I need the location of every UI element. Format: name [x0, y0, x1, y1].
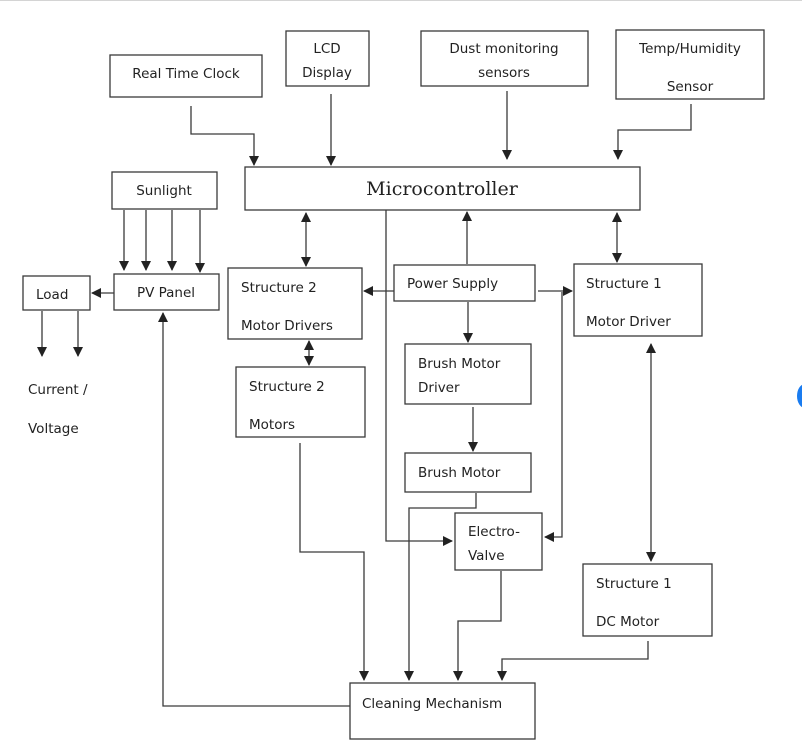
block-microcontroller: Microcontroller	[244, 166, 641, 211]
block-label: Motors	[249, 417, 295, 433]
wire-dc-motor-to-cleaning	[497, 641, 649, 681]
block-lcd-display: LCD Display	[285, 30, 370, 87]
block-structure1-dc-motor: Structure 1 DC Motor	[582, 563, 713, 637]
block-dust-sensors: Dust monitoring sensors	[420, 30, 589, 87]
block-label: Motor Drivers	[241, 318, 333, 334]
block-label: Power Supply	[407, 276, 498, 292]
wire-power-to-valve	[544, 292, 563, 542]
block-label: Sensor	[667, 79, 714, 95]
block-label: Brush Motor	[418, 356, 501, 372]
block-brush-motor-driver: Brush Motor Driver	[404, 343, 532, 405]
block-structure2-motor-drivers: Structure 2 Motor Drivers	[227, 267, 363, 340]
block-label: Motor Driver	[586, 314, 671, 330]
wire-valve-to-cleaning	[453, 571, 502, 681]
block-label: Brush Motor	[418, 465, 501, 481]
block-temp-humidity-sensor: Temp/Humidity Sensor	[615, 29, 765, 100]
block-label: Structure 2	[249, 379, 325, 395]
block-label: Real Time Clock	[132, 66, 240, 82]
block-label: Structure 1	[586, 276, 662, 292]
block-label: DC Motor	[596, 614, 660, 630]
block-label: Load	[36, 287, 68, 303]
block-pv-panel: PV Panel	[113, 273, 220, 311]
wire-temp-to-mcu	[613, 104, 692, 160]
block-cleaning-mechanism: Cleaning Mechanism	[349, 682, 536, 740]
block-label: PV Panel	[137, 285, 195, 301]
block-structure1-motor-driver: Structure 1 Motor Driver	[573, 263, 703, 337]
wire-rtc-to-mcu	[190, 106, 259, 166]
block-label: Cleaning Mechanism	[362, 696, 502, 712]
block-label: Electro-	[468, 524, 520, 540]
block-label: Valve	[468, 548, 505, 564]
block-brush-motor: Brush Motor	[404, 452, 532, 493]
current-voltage-label: Voltage	[28, 421, 79, 437]
block-load: Load	[22, 275, 91, 311]
block-electro-valve: Electro- Valve	[454, 512, 543, 571]
block-diagram: Real Time Clock LCD Display Dust monitor…	[22, 29, 765, 740]
block-label: Structure 2	[241, 280, 317, 296]
block-label: Sunlight	[136, 183, 192, 199]
block-label: Dust monitoring	[449, 41, 558, 57]
block-label: Microcontroller	[366, 178, 519, 200]
current-voltage-label: Current /	[28, 382, 88, 398]
block-label: LCD	[313, 41, 340, 57]
wire-s2-motors-to-cleaning	[299, 443, 369, 681]
block-label: Structure 1	[596, 576, 672, 592]
block-real-time-clock: Real Time Clock	[109, 54, 263, 98]
block-label: Temp/Humidity	[638, 41, 741, 57]
block-sunlight: Sunlight	[111, 171, 218, 210]
block-power-supply: Power Supply	[393, 264, 536, 302]
block-label: Display	[302, 65, 352, 81]
block-structure2-motors: Structure 2 Motors	[235, 366, 366, 438]
block-label: Driver	[418, 380, 460, 396]
block-label: sensors	[478, 65, 530, 81]
